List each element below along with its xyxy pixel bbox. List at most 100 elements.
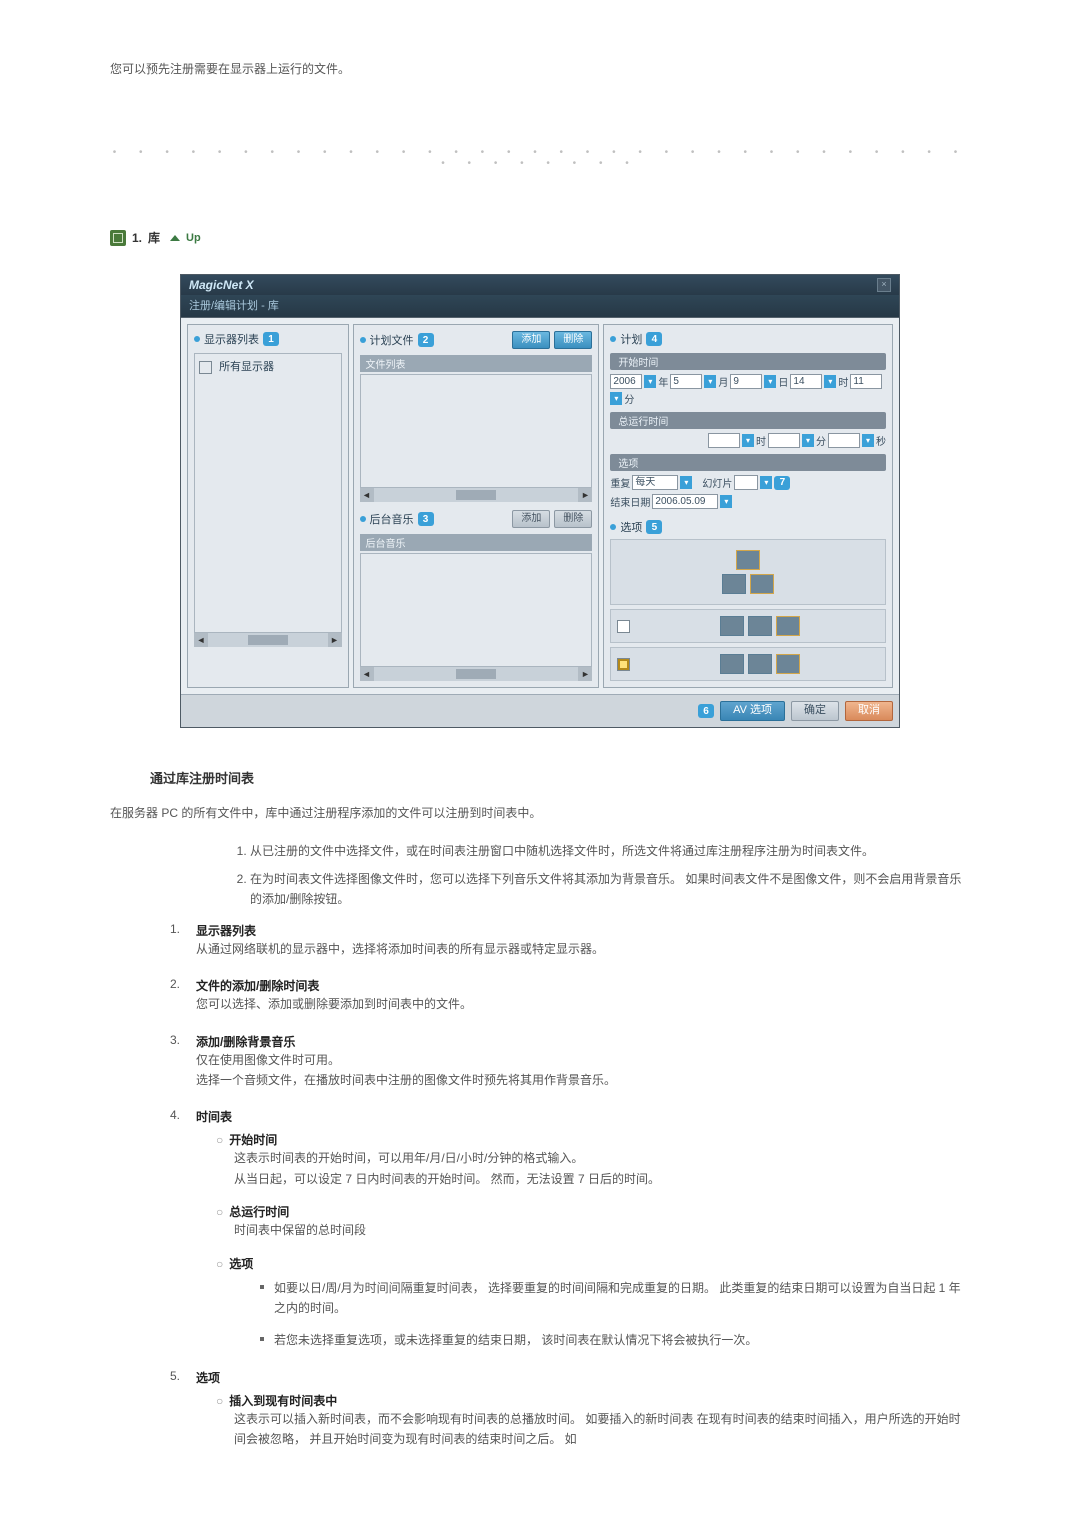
month-unit: 月 [718,374,728,389]
slide-select[interactable] [734,475,758,490]
dot-icon [194,336,200,342]
bgm-list-label: 后台音乐 [360,534,593,551]
item2-desc: 您可以选择、添加或删除要添加到时间表中的文件。 [196,994,970,1014]
chevron-down-icon[interactable]: ▾ [720,495,732,508]
h-scrollbar[interactable]: ◄ ► [194,633,342,647]
chevron-down-icon[interactable]: ▾ [760,476,772,489]
scroll-right-icon[interactable]: ► [578,667,592,681]
checkbox-icon[interactable] [199,361,212,374]
options-chip: 选项 [610,454,886,471]
dot-icon [610,524,616,530]
plan-files-header: 计划文件 [370,332,414,348]
scroll-right-icon[interactable]: ► [578,488,592,502]
item4b-title: 总运行时间 [229,1205,289,1219]
chevron-down-icon[interactable]: ▾ [824,375,836,388]
dur-min-input[interactable] [768,433,800,448]
chevron-down-icon[interactable]: ▾ [704,375,716,388]
layout-option-1[interactable] [610,539,886,605]
year-input[interactable]: 2006 [610,374,642,389]
duration-row: ▾ 时 ▾ 分 ▾ 秒 [610,433,886,448]
add-bgm-button[interactable]: 添加 [512,510,550,528]
item2-title: 文件的添加/删除时间表 [196,977,319,994]
layout-option-3[interactable] [610,647,886,681]
bgm-list[interactable] [360,553,593,667]
scroll-left-icon[interactable]: ◄ [194,633,208,647]
day-unit: 日 [778,374,788,389]
month-input[interactable]: 5 [670,374,702,389]
doc-intro-paragraph: 在服务器 PC 的所有文件中，库中通过注册程序添加的文件可以注册到时间表中。 [110,803,970,825]
delete-bgm-button[interactable]: 删除 [554,510,592,528]
ok-button[interactable]: 确定 [791,701,839,721]
delete-file-button[interactable]: 删除 [554,331,592,349]
day-input[interactable]: 9 [730,374,762,389]
dialog-titlebar: MagicNet X × [181,275,899,295]
item4c-title: 选项 [229,1257,253,1271]
bullet-icon: ○ [216,1394,223,1408]
bullet-icon: ○ [216,1133,223,1147]
close-icon[interactable]: × [877,278,891,292]
monitor-tree[interactable]: 所有显示器 [194,353,342,633]
section-index: 1. [132,231,142,245]
scroll-thumb[interactable] [456,669,496,679]
item5-title: 选项 [196,1369,220,1386]
badge-6: 6 [698,704,714,718]
item4a-title: 开始时间 [229,1133,277,1147]
library-icon [110,230,126,246]
end-date-input[interactable]: 2006.05.09 [652,494,718,509]
layout-thumb-icon [776,616,800,636]
scroll-left-icon[interactable]: ◄ [360,667,374,681]
scroll-thumb[interactable] [248,635,288,645]
layout-option-2[interactable] [610,609,886,643]
minute-input[interactable]: 11 [850,374,882,389]
chevron-down-icon[interactable]: ▾ [862,434,874,447]
av-options-button[interactable]: AV 选项 [720,701,785,721]
scroll-thumb[interactable] [456,490,496,500]
section-name: 库 [148,229,160,246]
dur-sec-unit: 秒 [876,433,886,448]
tree-root-label[interactable]: 所有显示器 [219,361,274,373]
hour-input[interactable]: 14 [790,374,822,389]
h-scrollbar[interactable]: ◄ ► [360,667,593,681]
dur-hour-input[interactable] [708,433,740,448]
repeat-label: 重复 [610,475,630,490]
option-checkbox-checked[interactable] [617,658,630,671]
dialog-subtitle: 注册/编辑计划 - 库 [181,295,899,318]
h-scrollbar[interactable]: ◄ ► [360,488,593,502]
cancel-button[interactable]: 取消 [845,701,893,721]
up-link[interactable]: Up [186,232,201,244]
chevron-down-icon[interactable]: ▾ [610,392,622,405]
option-header: 选项 [620,519,642,535]
badge-7: 7 [774,476,790,490]
item4a-desc2: 从当日起，可以设定 7 日内时间表的开始时间。 然而，无法设置 7 日后的时间。 [234,1169,970,1189]
item-number: 3. [170,1033,188,1050]
end-date-row: 结束日期 2006.05.09▾ [610,494,886,509]
badge-1: 1 [263,332,279,346]
item4-title: 时间表 [196,1108,232,1125]
scroll-right-icon[interactable]: ► [328,633,342,647]
up-arrow-icon[interactable] [170,235,180,241]
layout-thumb-icon [748,654,772,674]
file-list[interactable] [360,374,593,488]
monitor-list-header: 显示器列表 [204,331,259,347]
item-number: 1. [170,922,188,939]
dur-sec-input[interactable] [828,433,860,448]
plan-header: 计划 [620,331,642,347]
layout-thumb-icon [720,654,744,674]
chevron-down-icon[interactable]: ▾ [764,375,776,388]
repeat-select[interactable]: 每天 [632,475,678,490]
section-divider-dots: • • • • • • • • • • • • • • • • • • • • … [110,147,970,169]
layout-thumb-icon [750,574,774,594]
scroll-left-icon[interactable]: ◄ [360,488,374,502]
intro-text: 您可以预先注册需要在显示器上运行的文件。 [110,60,970,77]
chevron-down-icon[interactable]: ▾ [644,375,656,388]
bullet-icon: ○ [216,1205,223,1219]
chevron-down-icon[interactable]: ▾ [802,434,814,447]
chevron-down-icon[interactable]: ▾ [742,434,754,447]
start-time-row: 2006▾ 年 5▾ 月 9▾ 日 14▾ 时 11▾ 分 [610,374,886,406]
option-checkbox[interactable] [617,620,630,633]
layout-thumb-icon [722,574,746,594]
item1-title: 显示器列表 [196,922,256,939]
badge-4: 4 [646,332,662,346]
chevron-down-icon[interactable]: ▾ [680,476,692,489]
add-file-button[interactable]: 添加 [512,331,550,349]
